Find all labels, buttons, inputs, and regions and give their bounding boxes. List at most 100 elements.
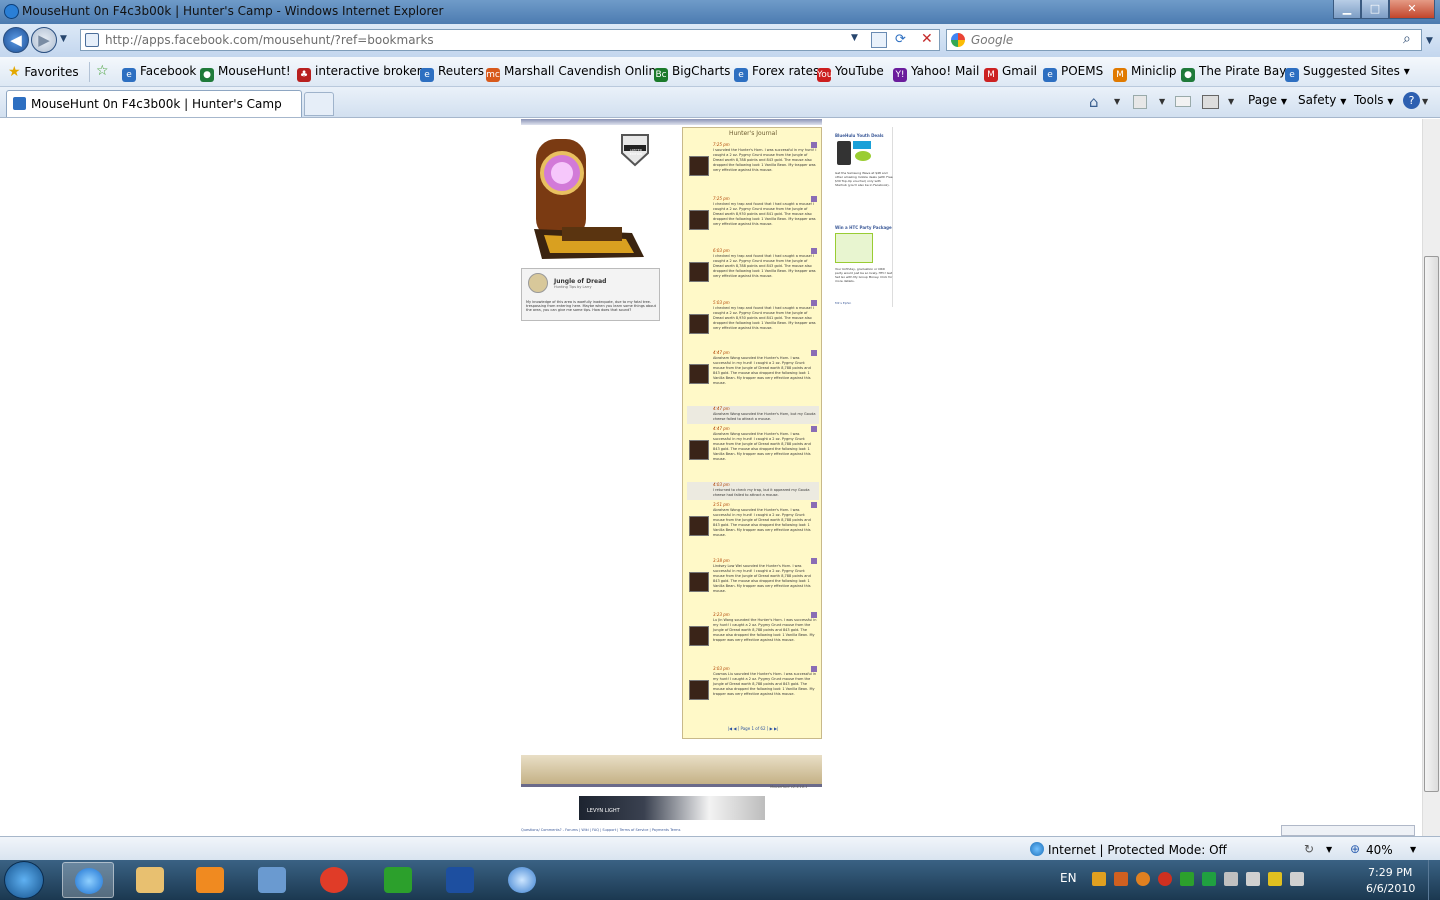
taskbar-utorrent[interactable] [372, 862, 424, 898]
address-input[interactable]: http://apps.facebook.com/mousehunt/?ref=… [105, 33, 434, 47]
entry-time: 5:03 pm [713, 300, 730, 305]
footer-links[interactable]: Questions/ Comments? - Forums | Wiki | F… [521, 828, 680, 832]
stop-icon[interactable]: ✕ [921, 31, 933, 47]
search-box[interactable]: Google ⌕ [946, 29, 1422, 51]
print-dropdown-icon[interactable]: ▼ [1228, 97, 1234, 106]
favorite-link[interactable]: M Miniclip [1113, 64, 1177, 82]
ad-more-link[interactable]: M1's Ephin [835, 301, 851, 305]
favorite-link[interactable]: ● The Pirate Bay [1181, 64, 1286, 82]
clock-time[interactable]: 7:29 PM [1368, 866, 1412, 879]
tab-mousehunt[interactable]: MouseHunt 0n F4c3b00k | Hunter's Camp [6, 90, 302, 117]
favorite-link[interactable]: Y! Yahoo! Mail [893, 64, 979, 82]
safety-menu[interactable]: Safety ▼ [1298, 93, 1346, 107]
address-bar[interactable]: http://apps.facebook.com/mousehunt/?ref=… [80, 29, 940, 51]
favorite-link[interactable]: ● MouseHunt! [200, 64, 291, 82]
mouse-avatar[interactable] [689, 680, 709, 700]
feeds-icon[interactable] [1133, 95, 1147, 109]
taskbar-ie[interactable] [62, 862, 114, 898]
ad2-image[interactable] [835, 233, 873, 263]
ad1-title[interactable]: BlueHulu Youth Deals [835, 133, 884, 138]
home-dropdown-icon[interactable]: ▼ [1114, 97, 1120, 106]
mouse-avatar[interactable] [689, 262, 709, 282]
mouse-avatar[interactable] [689, 156, 709, 176]
tray-icon[interactable] [1158, 872, 1172, 886]
clock-date[interactable]: 6/6/2010 [1366, 882, 1415, 895]
favorite-link[interactable]: mc Marshall Cavendish Online [486, 64, 664, 82]
favorite-link[interactable]: e POEMS [1043, 64, 1103, 82]
mouse-avatar[interactable] [689, 364, 709, 384]
journal-pager[interactable]: |◀ ◀ [ Page 1 of 62 ] ▶ ▶| [683, 726, 823, 731]
ad2-title[interactable]: Win a HTC Party Package [835, 225, 892, 230]
suggested-dropdown-icon[interactable]: ▾ [1400, 64, 1410, 78]
maximize-button[interactable]: □ [1361, 0, 1389, 19]
taskbar-ccleaner[interactable] [308, 862, 360, 898]
new-tab-button[interactable] [304, 92, 334, 116]
mouse-avatar[interactable] [689, 572, 709, 592]
tray-icon[interactable] [1114, 872, 1128, 886]
protected-dropdown-icon[interactable]: ▼ [1326, 845, 1332, 854]
network-signal-icon[interactable] [1246, 872, 1260, 886]
mouse-avatar[interactable] [689, 516, 709, 536]
forward-button[interactable]: ▶ [31, 27, 57, 53]
favorite-link[interactable]: e Forex rates [734, 64, 819, 82]
tray-icon[interactable] [1202, 872, 1216, 886]
levyn-light-banner[interactable]: LEVYN LIGHT [579, 796, 765, 820]
tools-menu[interactable]: Tools ▼ [1354, 93, 1394, 107]
favorite-link[interactable]: ♣ interactive brokers [297, 64, 428, 82]
volume-icon[interactable] [1290, 872, 1304, 886]
favorite-link[interactable]: e Suggested Sites ▾ [1285, 64, 1410, 82]
recent-pages-dropdown-icon[interactable]: ▼ [60, 34, 67, 44]
taskbar-explorer[interactable] [124, 862, 176, 898]
favorites-button[interactable]: ★ Favorites [8, 64, 79, 80]
home-icon[interactable]: ⌂ [1089, 93, 1099, 111]
refresh-icon[interactable]: ⟳ [895, 32, 906, 47]
print-icon[interactable] [1202, 95, 1219, 109]
vertical-scrollbar[interactable] [1422, 119, 1440, 836]
mouse-avatar[interactable] [689, 210, 709, 230]
show-desktop-button[interactable] [1428, 860, 1440, 900]
back-button[interactable]: ◀ [3, 27, 29, 53]
mouse-avatar[interactable] [689, 626, 709, 646]
tray-icon[interactable] [1136, 872, 1150, 886]
favorite-link[interactable]: You YouTube [817, 64, 884, 82]
favorite-link[interactable]: e Reuters [420, 64, 484, 82]
help-icon[interactable]: ? [1403, 92, 1420, 109]
mouse-avatar[interactable] [689, 440, 709, 460]
feeds-dropdown-icon[interactable]: ▼ [1159, 97, 1165, 106]
search-icon[interactable]: ⌕ [1403, 31, 1411, 47]
entry-time: 6:03 pm [713, 248, 730, 253]
taskbar-media-player[interactable] [184, 862, 236, 898]
compatibility-view-icon[interactable] [871, 32, 887, 48]
mouse-avatar[interactable] [689, 314, 709, 334]
tray-icon[interactable] [1092, 872, 1106, 886]
favorite-link[interactable]: e Facebook [122, 64, 196, 82]
favorite-link[interactable]: Bc BigCharts [654, 64, 730, 82]
mail-icon[interactable] [1175, 96, 1191, 107]
close-button[interactable]: ✕ [1389, 0, 1435, 19]
search-options-icon[interactable]: ▼ [1426, 36, 1433, 46]
zoom-level[interactable]: 40% [1366, 843, 1393, 857]
page-menu[interactable]: Page ▼ [1248, 93, 1287, 107]
language-indicator[interactable]: EN [1060, 871, 1077, 885]
protected-mode-icon[interactable]: ↻ [1304, 842, 1314, 856]
taskbar-network[interactable] [246, 862, 298, 898]
address-dropdown-icon[interactable]: ▼ [851, 33, 858, 43]
ad1-phone-image[interactable] [837, 141, 851, 165]
taskbar-itunes[interactable] [496, 862, 548, 898]
start-button[interactable] [4, 861, 44, 899]
tray-icon[interactable] [1180, 872, 1194, 886]
taskbar-word[interactable] [434, 862, 486, 898]
security-zone[interactable]: Internet | Protected Mode: Off [1048, 843, 1227, 857]
tray-icon[interactable] [1224, 872, 1238, 886]
chat-bar[interactable] [1281, 825, 1415, 836]
tray-icon[interactable] [1268, 872, 1282, 886]
search-input[interactable]: Google [971, 33, 1013, 47]
scrollbar-thumb[interactable] [1424, 256, 1439, 792]
minimize-button[interactable]: ▁ [1333, 0, 1361, 19]
add-favorites-icon[interactable]: ☆ [96, 63, 109, 79]
zoom-dropdown-icon[interactable]: ▼ [1410, 845, 1416, 854]
journal-entry: 3:03 pm Cosmos Liu sounded the Hunter's H… [687, 666, 819, 720]
help-dropdown-icon[interactable]: ▼ [1422, 97, 1428, 106]
ad1-logo [855, 151, 871, 161]
favorite-link[interactable]: M Gmail [984, 64, 1037, 82]
